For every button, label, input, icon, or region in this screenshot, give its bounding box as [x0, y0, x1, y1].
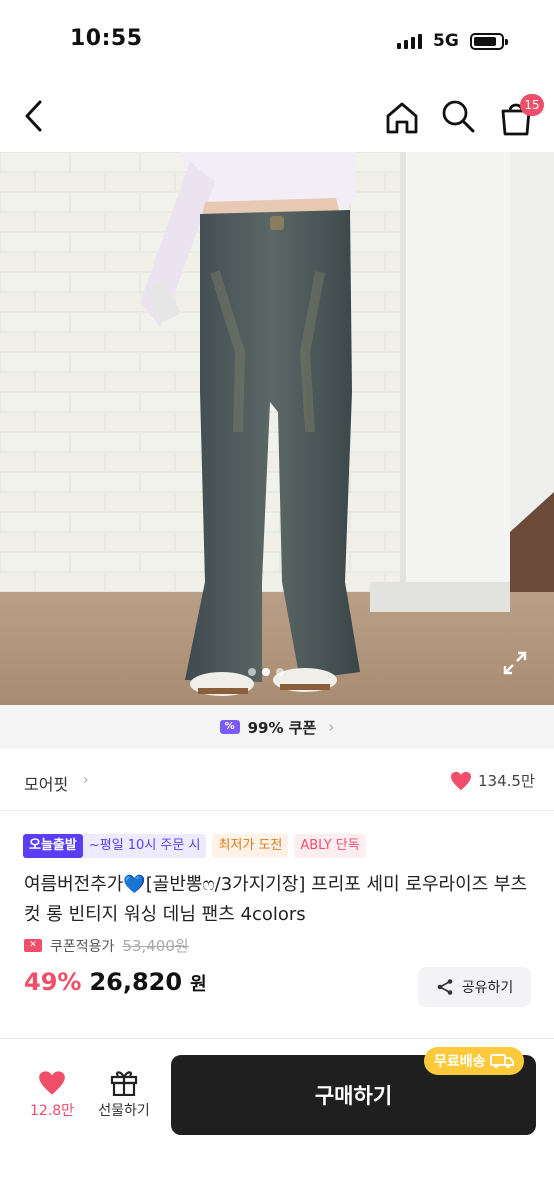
heart-icon: [39, 1071, 65, 1095]
search-button[interactable]: [440, 98, 476, 134]
chevron-right-icon: ›: [328, 718, 335, 736]
tag-today-shipping: 오늘출발: [23, 834, 83, 858]
tag-ably-exclusive: ABLY 단독: [294, 834, 366, 858]
gift-label: 선물하기: [98, 1103, 150, 1119]
price-row: 49% 26,820 원: [24, 968, 207, 996]
coupon-text: 99% 쿠폰: [247, 718, 317, 737]
top-nav: [0, 88, 554, 148]
product-image[interactable]: [0, 152, 554, 705]
ticket-icon: ✕: [24, 939, 42, 952]
share-label: 공유하기: [461, 980, 514, 996]
chevron-left-icon: [25, 100, 42, 132]
status-time: 10:55: [70, 26, 143, 51]
free-shipping-badge: 무료배송: [424, 1047, 524, 1075]
carousel-dot: [248, 668, 256, 676]
gift-button[interactable]: 선물하기: [92, 1068, 156, 1128]
tag-weekday-order: ~평일 10시 주문 시: [82, 834, 207, 858]
coupon-price-row: ✕ 쿠폰적용가 53,400원: [24, 935, 189, 956]
original-price: 53,400원: [122, 937, 189, 955]
wishlist-button[interactable]: 12.8만: [20, 1068, 84, 1128]
carousel-dot: [276, 668, 284, 676]
search-icon: [442, 100, 475, 133]
coupon-price-label: 쿠폰적용가: [50, 938, 115, 955]
heart-icon: [451, 771, 471, 790]
tag-lowest-price: 최저가 도전: [212, 834, 289, 858]
truck-icon: [489, 1054, 514, 1068]
section-divider: [0, 810, 554, 811]
product-tags: 오늘출발 ~평일 10시 주문 시 최저가 도전 ABLY 단독: [23, 834, 366, 858]
wishlist-count: 12.8만: [29, 1103, 75, 1119]
free-shipping-label: 무료배송: [434, 1054, 486, 1070]
brand-like-count: 134.5만: [478, 772, 535, 790]
gift-icon: [110, 1071, 138, 1096]
expand-image-button[interactable]: [502, 650, 528, 676]
expand-icon: [503, 651, 527, 675]
discount-rate: 49%: [24, 968, 82, 996]
carousel-indicator: [248, 668, 284, 676]
battery-icon: [470, 33, 508, 50]
signal-icon: [397, 33, 422, 49]
home-icon: [386, 102, 418, 134]
home-button[interactable]: [382, 98, 422, 138]
currency-unit: 원: [190, 974, 207, 995]
sale-price: 26,820: [89, 968, 183, 996]
coupon-banner[interactable]: % 99% 쿠폰 ›: [0, 705, 554, 749]
product-title: 여름버전추가💙[골반뽕ෆ/3가지기장] 프리포 세미 로우라이즈 부츠컷 롱 빈…: [24, 874, 528, 925]
back-button[interactable]: [18, 96, 50, 136]
product-photo: [0, 152, 554, 705]
brand-like-button[interactable]: 134.5만: [450, 770, 535, 791]
share-icon: [437, 979, 453, 995]
chevron-right-icon: ›: [83, 772, 89, 788]
bottom-bar-divider: [0, 1038, 554, 1039]
brand-row: 모어핏 › 134.5만: [0, 760, 554, 804]
status-bar: 10:55 5G: [0, 0, 554, 80]
cart-badge: 15: [520, 94, 544, 116]
network-type: 5G: [433, 31, 459, 51]
coupon-icon: %: [219, 720, 240, 734]
carousel-dot-active: [262, 668, 270, 676]
share-button[interactable]: 공유하기: [418, 967, 531, 1007]
brand-name-link[interactable]: 모어핏: [24, 771, 68, 795]
